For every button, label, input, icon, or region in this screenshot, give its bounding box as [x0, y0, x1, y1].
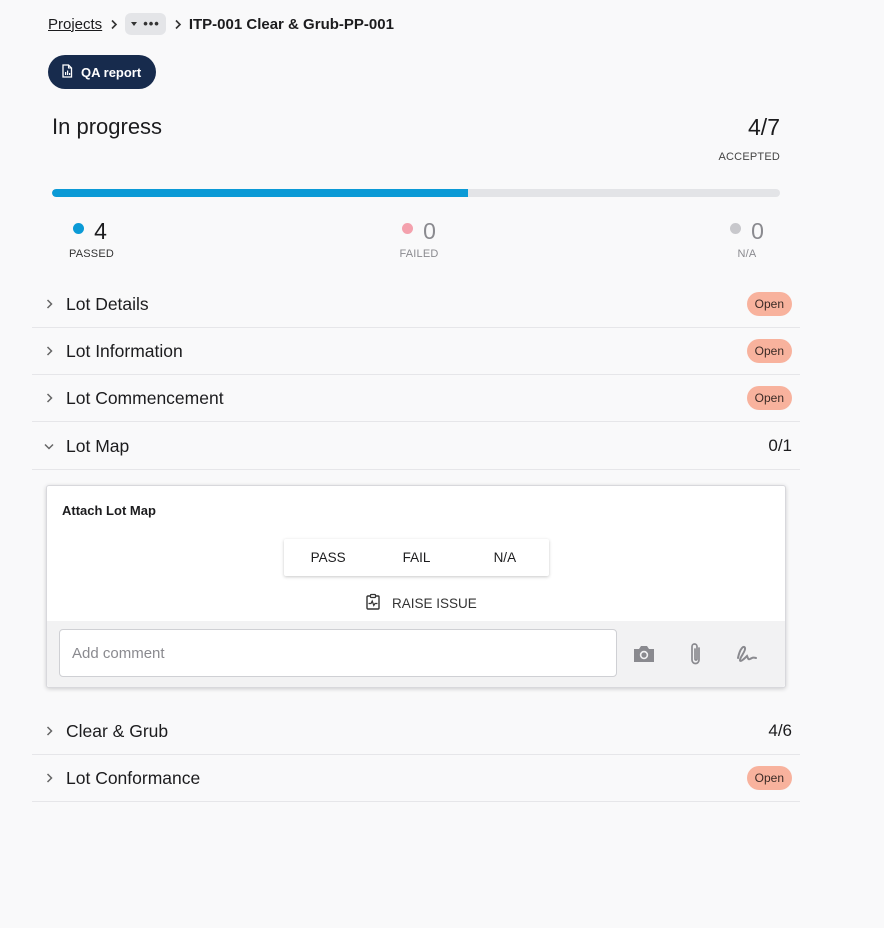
na-button[interactable]: N/A [461, 539, 549, 576]
na-count: 0 [751, 218, 764, 244]
stat-failed: 0 FAILED [398, 218, 440, 260]
section-title: Lot Information [66, 340, 183, 361]
section-title: Lot Map [66, 435, 130, 456]
paperclip-icon[interactable] [683, 641, 709, 667]
stat-passed: 4 PASSED [69, 218, 115, 260]
progress-bar [52, 189, 780, 197]
section-lot-information[interactable]: Lot Information Open [32, 328, 800, 375]
signature-icon[interactable] [734, 641, 760, 667]
passed-dot-icon [73, 223, 85, 234]
stat-na: 0 N/A [726, 218, 768, 260]
status-badge: Open [746, 766, 792, 790]
checklist-item-card: Attach Lot Map PASS FAIL N/A RAISE ISSUE [46, 485, 786, 688]
chevron-down-icon [32, 442, 66, 451]
failed-count: 0 [423, 218, 436, 244]
na-dot-icon [730, 223, 742, 234]
chevron-right-icon [32, 392, 66, 404]
section-title: Lot Details [66, 293, 149, 314]
pass-button[interactable]: PASS [284, 539, 372, 576]
section-lot-details[interactable]: Lot Details Open [32, 281, 800, 328]
qa-report-label: QA report [81, 64, 142, 80]
section-count: 0/1 [768, 436, 792, 455]
chevron-right-icon [32, 725, 66, 737]
comment-input[interactable] [59, 629, 617, 677]
item-title: Attach Lot Map [62, 503, 156, 518]
status-badge: Open [746, 292, 792, 316]
na-label: N/A [737, 248, 757, 260]
failed-label: FAILED [399, 248, 439, 260]
qa-report-button[interactable]: QA report [48, 55, 156, 89]
accepted-label: ACCEPTED [718, 151, 780, 163]
camera-icon[interactable] [631, 641, 657, 667]
accepted-ratio: 4/7 [748, 114, 780, 140]
fail-button[interactable]: FAIL [372, 539, 460, 576]
caret-down-icon [131, 22, 138, 26]
section-lot-conformance[interactable]: Lot Conformance Open [32, 755, 800, 802]
chevron-right-icon [110, 19, 118, 30]
failed-dot-icon [402, 223, 414, 234]
breadcrumb: Projects ••• ITP-001 Clear & Grub-PP-001 [48, 13, 394, 35]
section-title: Lot Commencement [66, 387, 224, 408]
section-count: 4/6 [768, 721, 792, 740]
breadcrumb-projects-link[interactable]: Projects [48, 16, 102, 33]
status-badge: Open [746, 339, 792, 363]
breadcrumb-current: ITP-001 Clear & Grub-PP-001 [188, 15, 394, 33]
raise-issue-label: RAISE ISSUE [392, 596, 477, 611]
more-dots-icon: ••• [143, 16, 160, 31]
report-icon [60, 63, 74, 81]
status-badge: Open [746, 386, 792, 410]
status-title: In progress [52, 114, 163, 139]
breadcrumb-more-button[interactable]: ••• [125, 13, 166, 35]
chevron-right-icon [32, 298, 66, 310]
section-lot-map[interactable]: Lot Map 0/1 [32, 423, 800, 470]
passed-label: PASSED [69, 248, 115, 260]
chevron-right-icon [32, 345, 66, 357]
section-lot-commencement[interactable]: Lot Commencement Open [32, 375, 800, 422]
result-selector: PASS FAIL N/A [284, 539, 549, 576]
clipboard-pulse-icon [364, 593, 382, 614]
chevron-right-icon [174, 19, 182, 30]
comment-bar [47, 621, 785, 687]
section-title: Lot Conformance [66, 767, 201, 788]
progress-fill [52, 189, 468, 197]
passed-count: 4 [94, 218, 107, 244]
raise-issue-button[interactable]: RAISE ISSUE [364, 593, 477, 614]
section-title: Clear & Grub [66, 720, 169, 741]
chevron-right-icon [32, 772, 66, 784]
section-clear-grub[interactable]: Clear & Grub 4/6 [32, 708, 800, 755]
